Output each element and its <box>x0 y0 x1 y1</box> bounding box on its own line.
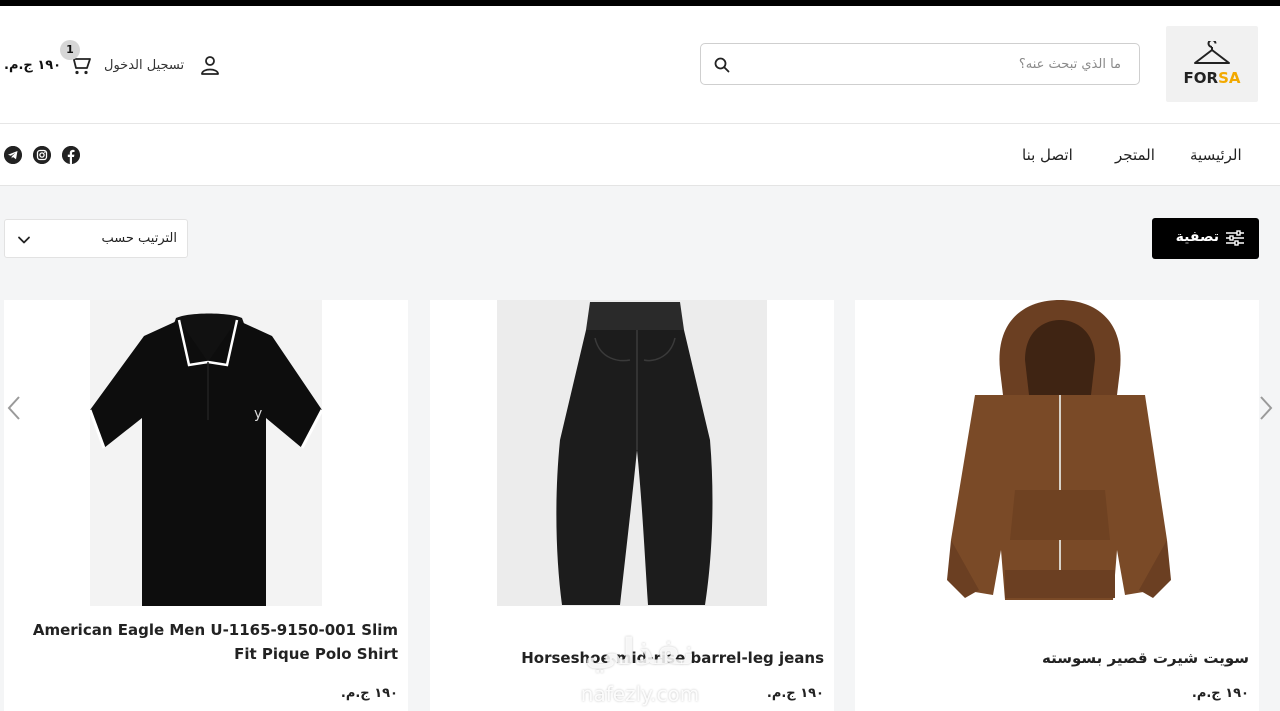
product-price: ١٩٠ ج.م. <box>1191 686 1249 701</box>
nav-item-contact[interactable]: اتصل بنا <box>1022 146 1073 164</box>
nav-item-shop[interactable]: المتجر <box>1115 146 1155 164</box>
product-image[interactable]: y <box>4 300 408 606</box>
product-image[interactable] <box>855 300 1259 606</box>
filter-label: تصفية <box>1175 229 1219 245</box>
black-polo-image: y <box>4 300 408 606</box>
search-input[interactable] <box>741 44 1131 84</box>
search-icon[interactable] <box>713 56 731 74</box>
store-logo[interactable]: FORSA <box>1166 26 1258 102</box>
product-card[interactable]: سويت شيرت قصير بسوسته ١٩٠ ج.م. <box>855 300 1259 711</box>
product-price: ١٩٠ ج.م. <box>340 686 398 701</box>
facebook-icon[interactable] <box>62 146 80 164</box>
product-name[interactable]: سويت شيرت قصير بسوسته <box>859 646 1249 670</box>
nav-item-home[interactable]: الرئيسية <box>1190 146 1242 164</box>
sliders-icon <box>1226 230 1244 246</box>
main-nav: الرئيسية المتجر اتصل بنا <box>0 124 1280 186</box>
product-card[interactable]: Horseshoe mid-rise barrel-leg jeans ١٩٠ … <box>430 300 834 711</box>
product-image[interactable] <box>430 300 834 606</box>
black-jeans-image <box>430 300 834 606</box>
brown-hoodie-image <box>945 300 1171 606</box>
product-price: ١٩٠ ج.م. <box>766 686 824 701</box>
telegram-icon[interactable] <box>4 146 22 164</box>
cart-total[interactable]: ١٩٠ ج.م. <box>4 58 61 73</box>
sort-select[interactable]: الترتيب حسب <box>4 219 188 258</box>
product-carousel: سويت شيرت قصير بسوسته ١٩٠ ج.م. Horseshoe… <box>0 300 1280 711</box>
svg-text:y: y <box>254 406 262 422</box>
instagram-icon[interactable] <box>33 146 51 164</box>
chevron-left-icon[interactable] <box>6 395 22 421</box>
search-box[interactable] <box>700 43 1140 85</box>
cart-count-badge: 1 <box>60 40 80 60</box>
user-icon[interactable] <box>198 53 222 77</box>
filter-button[interactable]: تصفية <box>1152 218 1259 259</box>
site-header: FORSA ١٩٠ ج.م. 1 تسجيل الدخول <box>0 6 1280 124</box>
sort-label: الترتيب حسب <box>101 231 177 246</box>
product-name[interactable]: American Eagle Men U-1165-9150-001 Slim … <box>8 618 398 666</box>
chevron-right-icon[interactable] <box>1258 395 1274 421</box>
chevron-down-icon <box>18 236 30 244</box>
hanger-icon <box>1194 41 1230 64</box>
product-card[interactable]: y American Eagle Men U-1165-9150-001 Sli… <box>4 300 408 711</box>
logo-wordmark: FORSA <box>1183 69 1241 87</box>
product-name[interactable]: Horseshoe mid-rise barrel-leg jeans <box>434 646 824 670</box>
login-link[interactable]: تسجيل الدخول <box>104 58 184 73</box>
header-actions: ١٩٠ ج.م. 1 تسجيل الدخول <box>0 40 240 86</box>
